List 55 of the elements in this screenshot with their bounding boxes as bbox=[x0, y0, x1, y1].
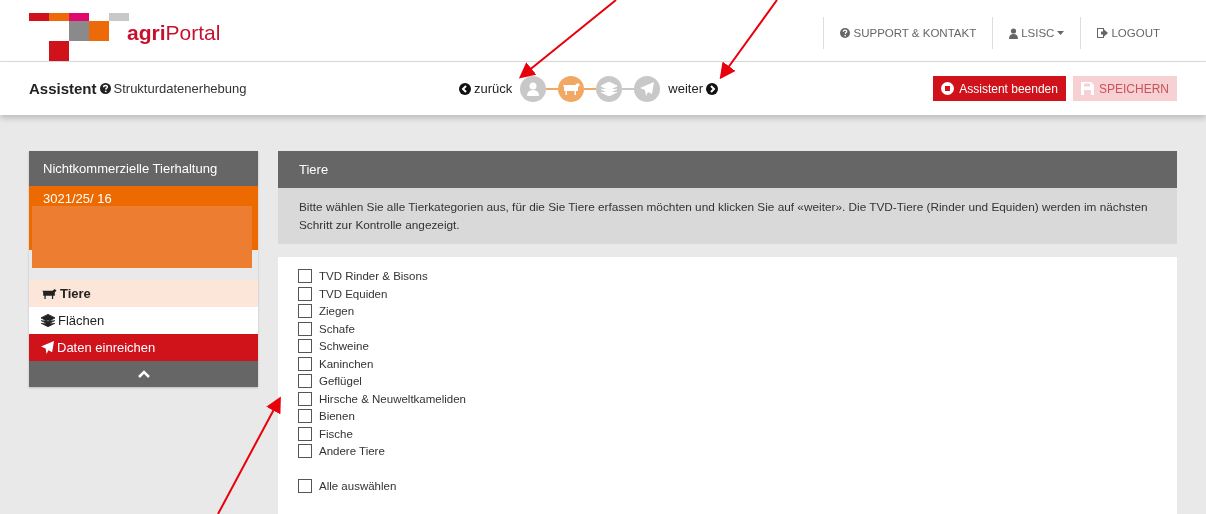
nav-link[interactable]: LSISC bbox=[992, 17, 1081, 49]
nav-link[interactable]: LOGOUT bbox=[1080, 17, 1176, 49]
option-label: TVD Rinder & Bisons bbox=[319, 270, 428, 282]
option-label: Kaninchen bbox=[319, 357, 374, 370]
checkbox[interactable] bbox=[298, 286, 312, 301]
option-label: Ziegen bbox=[319, 305, 355, 317]
help-icon bbox=[840, 28, 851, 38]
checkbox[interactable] bbox=[298, 269, 312, 283]
layers-icon bbox=[41, 314, 55, 327]
back-link[interactable]: zurück bbox=[459, 81, 513, 96]
option-label: Geflügel bbox=[319, 375, 362, 387]
sidebar-item[interactable]: Flächen bbox=[29, 307, 258, 334]
paper-plane-icon bbox=[41, 341, 54, 354]
checkbox[interactable] bbox=[298, 444, 312, 458]
option-label: Fische bbox=[319, 427, 353, 440]
logout-icon bbox=[1097, 28, 1109, 38]
option-label: Schafe bbox=[319, 322, 355, 335]
chevron-left-icon bbox=[459, 82, 471, 95]
checkbox[interactable] bbox=[298, 304, 312, 318]
option-label: Andere Tiere bbox=[319, 445, 385, 457]
option-label: Hirsche & Neuweltkameliden bbox=[319, 392, 466, 405]
cow-icon bbox=[41, 288, 57, 299]
sidebar-item[interactable]: Tiere bbox=[29, 280, 258, 307]
nav-link[interactable]: SUPPORT & KONTAKT bbox=[823, 17, 993, 49]
user-icon bbox=[1009, 27, 1019, 39]
option-label: Alle auswählen bbox=[319, 479, 397, 492]
chevron-up-icon bbox=[137, 370, 150, 378]
brand-name: agriPortal bbox=[127, 21, 221, 45]
option-label: Schweine bbox=[319, 340, 369, 352]
save-icon bbox=[1081, 82, 1094, 95]
option-label: TVD Equiden bbox=[319, 287, 388, 300]
farm-number: 3021/25/ 16 bbox=[43, 191, 112, 206]
sidebar-item[interactable]: Daten einreichen bbox=[29, 334, 258, 361]
checkbox[interactable] bbox=[298, 374, 312, 388]
help-icon bbox=[99, 83, 111, 94]
option-label: Bienen bbox=[319, 410, 355, 422]
checkbox[interactable] bbox=[298, 339, 312, 353]
checkbox[interactable] bbox=[298, 426, 312, 441]
info-text: Bitte wählen Sie alle Tierkategorien aus, für die Sie Tiere erfassen möchten und klicken Sie auf «weiter». Die TVD-Tiere (Rinder und Equiden) werden im nächsten Schritt zur Kontrolle angezeigt. bbox=[299, 199, 1149, 234]
assistant-subtitle: Strukturdatenerhebung bbox=[113, 81, 247, 96]
assistant-title: Assistent bbox=[29, 80, 97, 97]
checkbox[interactable] bbox=[298, 478, 312, 493]
end-assistant-button[interactable]: Assistent beenden bbox=[933, 76, 1066, 101]
checkbox[interactable] bbox=[298, 391, 312, 406]
checkbox[interactable] bbox=[298, 409, 312, 423]
checkbox[interactable] bbox=[298, 356, 312, 371]
checkbox[interactable] bbox=[298, 321, 312, 336]
next-link[interactable]: weiter bbox=[668, 81, 718, 96]
sidebar-title: Nichtkommerzielle Tierhaltung bbox=[29, 151, 258, 186]
stop-icon bbox=[941, 82, 955, 95]
panel-title: Tiere bbox=[278, 151, 1177, 188]
chevron-right-icon bbox=[706, 82, 718, 95]
step-indicator[interactable] bbox=[520, 75, 547, 102]
caret-icon bbox=[1057, 31, 1065, 35]
logo-icon bbox=[29, 13, 129, 61]
